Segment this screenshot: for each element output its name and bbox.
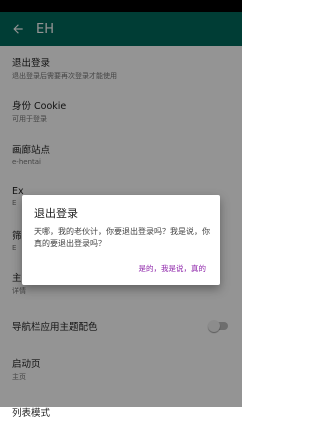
sign-out-dialog: 退出登录 天哪，我的老伙计，你要退出登录吗？我是说，你真的要退出登录吗？ 是的，… — [22, 195, 220, 285]
dialog-message: 天哪，我的老伙计，你要退出登录吗？我是说，你真的要退出登录吗？ — [34, 227, 210, 248]
dialog-title: 退出登录 — [34, 207, 78, 220]
confirm-button[interactable]: 是的，我是说，真的 — [139, 263, 207, 274]
